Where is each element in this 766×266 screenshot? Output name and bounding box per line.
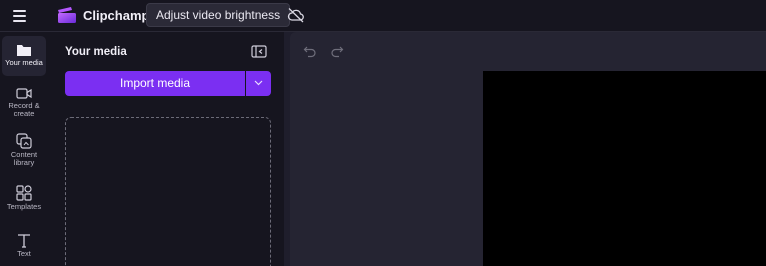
video-preview[interactable] [483,71,766,266]
hamburger-menu-icon[interactable] [10,7,30,25]
clipchamp-logo-icon [58,7,76,23]
left-nav-rail: Your media Record & create Content libra… [0,32,48,266]
cloud-off-icon[interactable] [287,7,305,23]
top-bar: Clipchamp Adjust video brightness [0,0,766,32]
rail-label: Text [17,249,31,258]
rail-item-content-library[interactable]: Content library [0,133,48,171]
brightness-tooltip: Adjust video brightness [146,3,291,27]
chevron-down-icon [254,80,263,86]
video-camera-icon [16,88,32,99]
content-library-icon [16,133,32,149]
templates-icon [16,185,32,201]
editor-area [290,32,766,266]
folder-icon [17,45,31,56]
rail-item-text[interactable]: Text [0,233,48,263]
media-drop-zone[interactable] [65,117,271,266]
clipchamp-app: Clipchamp Adjust video brightness Your m… [0,0,766,266]
media-panel: Your media Import media [48,32,284,266]
rail-label-line2: library [13,158,35,167]
rail-label: Your media [5,58,43,67]
text-icon [18,234,30,248]
panel-title: Your media [65,46,127,58]
redo-icon[interactable] [330,44,344,58]
import-options-dropdown[interactable] [246,71,271,96]
undo-icon[interactable] [303,44,317,58]
app-name: Clipchamp [83,8,150,23]
rail-label: Templates [6,202,42,211]
collapse-panel-icon[interactable] [251,45,267,58]
rail-item-templates[interactable]: Templates [0,185,48,215]
rail-label-line2: create [13,109,35,118]
rail-item-your-media[interactable]: Your media [2,36,46,76]
rail-item-record-create[interactable]: Record & create [0,87,48,123]
import-media-button[interactable]: Import media [65,71,245,96]
